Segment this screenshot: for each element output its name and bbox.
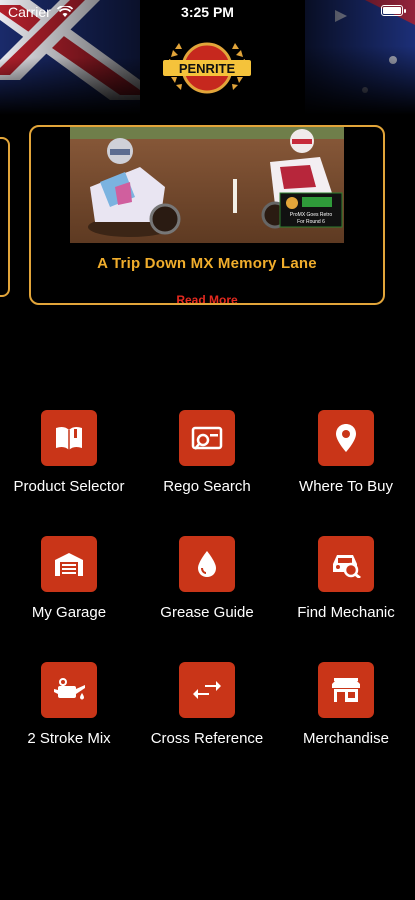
tile-label: Product Selector: [13, 478, 125, 495]
badge-line2: For Round 6: [297, 219, 325, 225]
tile-find-mechanic[interactable]: Find Mechanic: [277, 536, 415, 636]
car-search-icon: [318, 536, 374, 592]
featured-image: ProMX Goes Retro For Round 6: [70, 127, 344, 243]
badge-line1: ProMX Goes Retro: [290, 212, 332, 218]
garage-icon: [41, 536, 97, 592]
tile-merchandise[interactable]: Merchandise: [277, 662, 415, 762]
tile-my-garage[interactable]: My Garage: [0, 536, 138, 636]
tile-rego-search[interactable]: Rego Search: [138, 410, 276, 510]
status-bar: Carrier 3:25 PM: [0, 0, 415, 26]
store-icon: [318, 662, 374, 718]
read-more-link[interactable]: Read More: [31, 293, 383, 303]
tile-label: Find Mechanic: [297, 604, 395, 621]
drop-icon: [179, 536, 235, 592]
tile-product-selector[interactable]: Product Selector: [0, 410, 138, 510]
rego-search-icon: [179, 410, 235, 466]
logo-text: PENRITE: [179, 61, 236, 76]
tile-label: Cross Reference: [150, 730, 264, 747]
featured-title[interactable]: A Trip Down MX Memory Lane: [31, 255, 383, 272]
oil-can-icon: [41, 662, 97, 718]
battery-icon: [381, 5, 407, 18]
tile-label: My Garage: [31, 604, 107, 621]
previous-card[interactable]: [0, 137, 10, 297]
arrows-exchange-icon: [179, 662, 235, 718]
tile-2-stroke-mix[interactable]: 2 Stroke Mix: [0, 662, 138, 762]
tile-label: Merchandise: [303, 730, 389, 747]
penrite-logo: PENRITE: [163, 42, 251, 94]
tile-cross-reference[interactable]: Cross Reference: [138, 662, 276, 762]
tile-grease-guide[interactable]: Grease Guide: [138, 536, 276, 636]
featured-carousel[interactable]: ProMX Goes Retro For Round 6 A Trip Down…: [0, 125, 415, 305]
tile-label: 2 Stroke Mix: [27, 730, 111, 747]
location-pin-icon: [318, 410, 374, 466]
tile-label: Where To Buy: [299, 478, 393, 495]
book-icon: [41, 410, 97, 466]
tile-label: Grease Guide: [160, 604, 254, 621]
status-time: 3:25 PM: [181, 4, 234, 20]
tile-where-to-buy[interactable]: Where To Buy: [277, 410, 415, 510]
featured-card[interactable]: ProMX Goes Retro For Round 6 A Trip Down…: [29, 125, 385, 305]
tile-label: Rego Search: [163, 478, 251, 495]
